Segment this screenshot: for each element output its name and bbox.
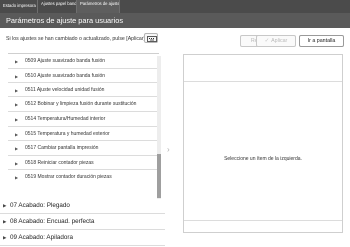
triangle-right-icon: ▶ [3, 235, 7, 240]
divider [184, 81, 342, 82]
list-group-row[interactable]: ▶ 08 Acabado: Encuad. perfecta [0, 214, 165, 230]
list-item-label: 0511 Ajuste velocidad unidad fusión [25, 87, 105, 93]
list-item[interactable]: ▶ 0511 Ajuste velocidad unidad fusión [8, 83, 159, 97]
list-item-label: 0512 Bobinar y limpieza fusión durante s… [25, 101, 137, 107]
triangle-right-icon: ▶ [15, 146, 19, 151]
list-group-label: 08 Acabado: Encuad. perfecta [10, 218, 95, 225]
triangle-right-icon: ▶ [15, 88, 19, 93]
list-item-label: 0509 Ajuste suavizado banda fusión [25, 58, 106, 64]
list-item-label: 0519 Mostrar contador duración piezas [25, 174, 112, 180]
go-to-screen-button[interactable]: Ir a pantalla [299, 35, 344, 47]
list-item[interactable]: ▶ 0515 Temperatura y humedad exterior [8, 127, 159, 141]
divider [184, 220, 342, 221]
list-item[interactable]: ▶ 0519 Mostrar contador duración piezas [8, 170, 159, 199]
chevron-right-icon: › [167, 145, 170, 154]
triangle-right-icon: ▶ [15, 74, 19, 79]
tab-printer-status[interactable]: Estado impresora [0, 0, 38, 13]
apply-button[interactable]: ✓ Aplicar [256, 35, 296, 47]
tab-tray-paper-settings[interactable]: Ajustes papel bandeja [38, 0, 77, 13]
triangle-right-icon: ▶ [3, 219, 7, 224]
list-group-row[interactable]: ▶ 09 Acabado: Apiladora [0, 230, 165, 246]
list-item-label: 0515 Temperatura y humedad exterior [25, 131, 110, 137]
detail-panel: Seleccione un ítem de la izquierda. [183, 54, 343, 233]
list-group-label: 09 Acabado: Apiladora [10, 234, 74, 241]
apply-button-label: Aplicar [271, 38, 288, 44]
triangle-right-icon: ▶ [15, 132, 19, 137]
triangle-right-icon: ▶ [15, 59, 19, 64]
list-item[interactable]: ▶ 0509 Ajuste suavizado banda fusión [8, 54, 159, 69]
list-group-label: 07 Acabado: Plegado [10, 202, 70, 209]
detail-placeholder-message: Seleccione un ítem de la izquierda. [224, 156, 302, 162]
scrollbar-thumb[interactable] [157, 154, 161, 198]
keyboard-icon [147, 36, 157, 42]
list-group-row[interactable]: ▶ 07 Acabado: Plegado [0, 198, 165, 214]
list-item-label: 0518 Reiniciar contador piezas [25, 160, 94, 166]
triangle-right-icon: ▶ [3, 203, 7, 208]
list-item-label: 0514 Temperatura/Humedad interior [25, 116, 106, 122]
tab-user-adjustment-settings[interactable]: Parámetros de ajuste para usuarios [77, 0, 120, 13]
triangle-right-icon: ▶ [15, 161, 19, 166]
list-item-label: 0517 Cambiar pantalla impresión [25, 145, 99, 151]
list-item-label: 0510 Ajuste suavizado banda fusión [25, 73, 106, 79]
checkmark-icon: ✓ [264, 38, 270, 44]
list-scrollbar[interactable] [157, 56, 161, 199]
top-tab-bar: Estado impresora Ajustes papel bandeja P… [0, 0, 350, 13]
list-item[interactable]: ▶ 0517 Cambiar pantalla impresión [8, 141, 159, 156]
page-title: Parámetros de ajuste para usuarios [6, 16, 124, 25]
list-item[interactable]: ▶ 0510 Ajuste suavizado banda fusión [8, 69, 159, 83]
list-item[interactable]: ▶ 0514 Temperatura/Humedad interior [8, 112, 159, 127]
page-header: Parámetros de ajuste para usuarios [0, 13, 350, 28]
keyboard-button[interactable] [144, 33, 158, 43]
triangle-right-icon: ▶ [15, 117, 19, 122]
list-item[interactable]: ▶ 0512 Bobinar y limpieza fusión durante… [8, 97, 159, 112]
triangle-right-icon: ▶ [15, 102, 19, 107]
list-item[interactable]: ▶ 0518 Reiniciar contador piezas [8, 156, 159, 170]
triangle-right-icon: ▶ [15, 175, 19, 180]
apply-instruction-text: Si los ajustes se han cambiado o actuali… [6, 36, 145, 42]
